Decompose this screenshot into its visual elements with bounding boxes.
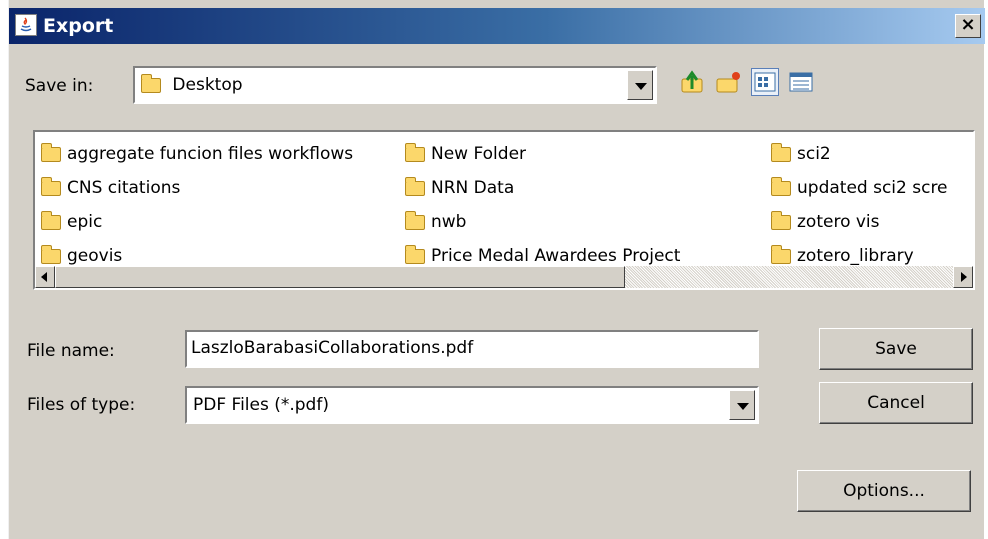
save-in-combo[interactable]: Desktop <box>133 66 657 104</box>
list-view-icon <box>754 72 776 92</box>
save-in-value: Desktop <box>172 75 243 95</box>
horizontal-scrollbar[interactable] <box>35 266 973 288</box>
scroll-left-button[interactable] <box>35 266 55 288</box>
new-folder-button[interactable] <box>715 68 743 96</box>
java-app-icon <box>15 14 37 36</box>
export-dialog: Export × Save in: Desktop aggregate func… <box>8 0 985 539</box>
options-button[interactable]: Options... <box>797 470 971 512</box>
file-type-value: PDF Files (*.pdf) <box>193 395 329 415</box>
chevron-down-icon[interactable] <box>627 70 653 100</box>
folder-icon <box>41 244 61 264</box>
up-folder-icon <box>681 70 703 93</box>
details-view-button[interactable] <box>787 68 815 96</box>
list-item[interactable]: New Folder <box>405 142 526 166</box>
folder-icon <box>771 176 791 196</box>
close-icon: × <box>960 14 976 35</box>
list-item[interactable]: nwb <box>405 210 466 234</box>
file-name-label: File name: <box>27 341 115 361</box>
folder-icon <box>405 142 425 162</box>
scroll-right-button[interactable] <box>953 266 973 288</box>
list-item[interactable]: aggregate funcion files workflows <box>41 142 353 166</box>
list-item[interactable]: Price Medal Awardees Project <box>405 244 680 268</box>
folder-icon <box>405 176 425 196</box>
details-view-icon <box>789 72 813 92</box>
file-type-combo[interactable]: PDF Files (*.pdf) <box>185 386 759 424</box>
folder-icon <box>771 142 791 162</box>
cancel-button[interactable]: Cancel <box>819 382 973 424</box>
scroll-track[interactable] <box>625 266 953 288</box>
list-view-button[interactable] <box>751 68 779 96</box>
folder-icon <box>771 210 791 230</box>
list-item[interactable]: epic <box>41 210 102 234</box>
new-folder-icon <box>716 72 740 93</box>
scroll-thumb[interactable] <box>55 266 625 288</box>
folder-icon <box>41 142 61 162</box>
list-item[interactable]: sci2 <box>771 142 831 166</box>
folder-icon <box>771 244 791 264</box>
list-item[interactable]: CNS citations <box>41 176 180 200</box>
files-of-type-label: Files of type: <box>27 395 136 415</box>
file-list[interactable]: aggregate funcion files workflows CNS ci… <box>33 130 975 290</box>
dialog-title: Export <box>43 15 114 37</box>
close-button[interactable]: × <box>955 14 981 38</box>
folder-icon <box>41 176 61 196</box>
list-item[interactable]: zotero_library <box>771 244 914 268</box>
file-name-field[interactable]: LaszloBarabasiCollaborations.pdf <box>185 330 759 368</box>
list-item[interactable]: NRN Data <box>405 176 514 200</box>
list-item[interactable]: zotero vis <box>771 210 880 234</box>
title-bar[interactable]: Export × <box>9 8 985 44</box>
save-button[interactable]: Save <box>819 328 973 370</box>
folder-icon <box>405 210 425 230</box>
folder-icon <box>141 73 161 93</box>
folder-icon <box>41 210 61 230</box>
list-item[interactable]: updated sci2 scre <box>771 176 948 200</box>
up-folder-button[interactable] <box>679 68 707 96</box>
list-item[interactable]: geovis <box>41 244 122 268</box>
save-in-label: Save in: <box>25 76 94 96</box>
folder-icon <box>405 244 425 264</box>
chevron-down-icon[interactable] <box>729 390 755 420</box>
